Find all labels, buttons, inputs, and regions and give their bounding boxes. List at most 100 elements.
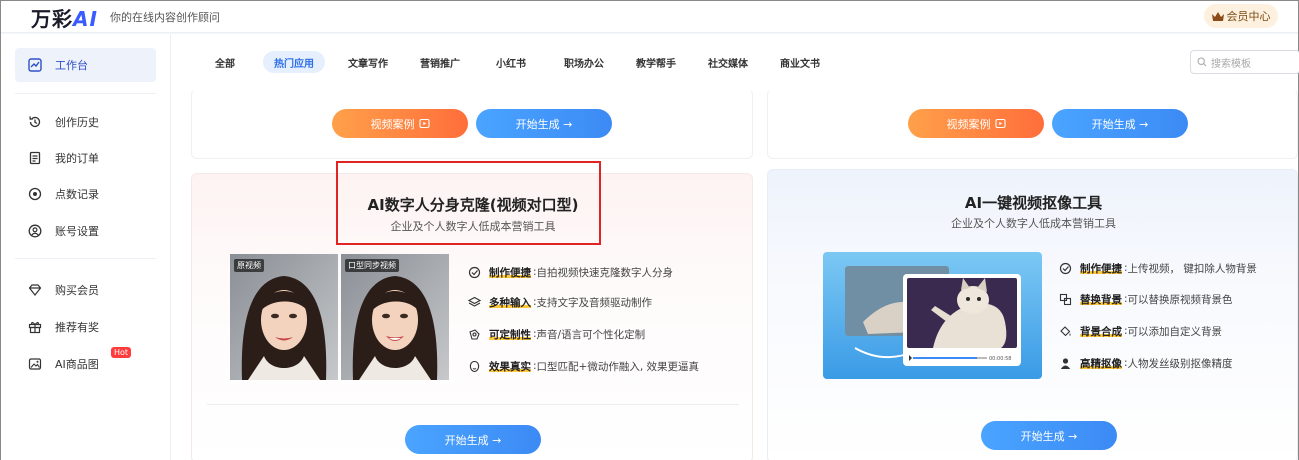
feature-item: 多种输入: 支持文字及音频驱动制作 xyxy=(467,292,652,312)
video-icon xyxy=(418,118,430,129)
points-icon xyxy=(27,186,43,202)
person-icon xyxy=(1058,356,1072,370)
order-icon xyxy=(27,150,43,166)
card-top-left: 视频案例 开始生成 → xyxy=(191,89,753,159)
feature-name: 制作便捷 xyxy=(1080,262,1122,275)
app-logo[interactable]: 万彩AI xyxy=(31,3,98,32)
sidebar-item-label: 推荐有奖 xyxy=(55,321,99,334)
feature-name: 可定制性 xyxy=(489,328,531,341)
sidebar-item-points[interactable]: 点数记录 xyxy=(15,177,156,211)
magic-icon xyxy=(467,265,481,279)
feature-name: 多种输入 xyxy=(489,296,531,309)
card-title: AI一键视频抠像工具 xyxy=(964,194,1103,212)
sidebar-item-label: 工作台 xyxy=(55,59,88,72)
sidebar-item-ai-product-image[interactable]: AI商品图 Hot xyxy=(15,347,156,381)
hot-badge: Hot xyxy=(111,347,132,358)
sidebar-item-history[interactable]: 创作历史 xyxy=(15,105,156,139)
tab-xiaohongshu[interactable]: 小红书 xyxy=(489,51,533,73)
video-case-button[interactable]: 视频案例 xyxy=(332,109,468,138)
tab-article-writing[interactable]: 文章写作 xyxy=(341,51,395,73)
feature-desc: 上传视频， 键扣除人物背景 xyxy=(1127,262,1257,275)
sidebar-item-label: 创作历史 xyxy=(55,116,99,129)
sidebar-item-orders[interactable]: 我的订单 xyxy=(15,141,156,175)
diamond-icon xyxy=(27,282,43,298)
image-icon xyxy=(27,356,43,372)
start-generate-button[interactable]: 开始生成 → xyxy=(1052,109,1188,138)
member-center-label: 会员中心 xyxy=(1226,10,1271,23)
logo-ai-mark: AI xyxy=(73,7,98,31)
search-icon xyxy=(1197,57,1207,67)
feature-desc: 可以添加自定义背景 xyxy=(1127,325,1223,338)
sidebar-divider xyxy=(15,258,156,259)
tab-all[interactable]: 全部 xyxy=(205,51,245,73)
tab-business-docs[interactable]: 商业文书 xyxy=(773,51,827,73)
feature-item: 替换背景: 可以替换原视频背景色 xyxy=(1058,289,1233,309)
sidebar-item-label: AI商品图 xyxy=(55,358,99,371)
replace-icon xyxy=(1058,292,1072,306)
image-label: 口型同步视频 xyxy=(345,259,399,272)
sidebar-item-label: 购买会员 xyxy=(55,284,99,297)
tab-hot-apps[interactable]: 热门应用 xyxy=(263,51,325,73)
start-generate-button[interactable]: 开始生成 → xyxy=(476,109,612,138)
crown-icon xyxy=(1211,11,1224,21)
video-case-button[interactable]: 视频案例 xyxy=(908,109,1044,138)
sidebar-item-label: 点数记录 xyxy=(55,188,99,201)
matting-illustration: 00:00:58 xyxy=(823,252,1042,379)
feature-name: 制作便捷 xyxy=(489,266,531,279)
sidebar: 工作台 创作历史 我的订单 点数记录 账号设置 购买会员 推荐有奖 AI商品图 … xyxy=(1,34,171,460)
search-input[interactable]: 搜索模板 xyxy=(1190,50,1299,74)
woman-portrait-image xyxy=(341,254,449,380)
feature-desc: 支持文字及音频驱动制作 xyxy=(536,296,653,309)
sidebar-item-buy-membership[interactable]: 购买会员 xyxy=(15,273,156,307)
search-placeholder: 搜索模板 xyxy=(1211,58,1251,70)
feature-item: 制作便捷: 自拍视频快速克隆数字人分身 xyxy=(467,262,673,282)
sidebar-item-account[interactable]: 账号设置 xyxy=(15,214,156,248)
feature-name: 背景合成 xyxy=(1080,325,1122,338)
image-label: 原视频 xyxy=(234,259,264,272)
feature-item: 制作便捷: 上传视频， 键扣除人物背景 xyxy=(1058,258,1257,278)
video-icon xyxy=(994,118,1006,129)
feature-desc: 人物发丝级别抠像精度 xyxy=(1127,357,1233,370)
video-case-label: 视频案例 xyxy=(370,117,415,131)
account-icon xyxy=(27,223,43,239)
custom-icon xyxy=(467,327,481,341)
start-generate-button[interactable]: 开始生成 → xyxy=(405,425,541,454)
tab-marketing[interactable]: 营销推广 xyxy=(413,51,467,73)
card-divider xyxy=(207,404,739,405)
woman-portrait-image xyxy=(230,254,338,380)
feature-desc: 声音/语言可个性化定制 xyxy=(536,328,646,341)
feature-name: 效果真实 xyxy=(489,360,531,373)
feature-desc: 可以替换原视频背景色 xyxy=(1127,293,1233,306)
lipsync-video-thumbnail: 口型同步视频 xyxy=(341,254,449,380)
dashboard-icon xyxy=(27,57,43,73)
feature-item: 效果真实: 口型匹配+微动作融入, 效果更逼真 xyxy=(467,356,699,376)
start-generate-button[interactable]: 开始生成 → xyxy=(981,421,1117,450)
feature-item: 高精抠像: 人物发丝级别抠像精度 xyxy=(1058,353,1233,373)
sidebar-item-workbench[interactable]: 工作台 xyxy=(15,48,156,82)
fill-icon xyxy=(1058,324,1072,338)
feature-item: 可定制性: 声音/语言可个性化定制 xyxy=(467,324,645,344)
member-center-button[interactable]: 会员中心 xyxy=(1204,4,1278,28)
layers-icon xyxy=(467,295,481,309)
feature-item: 背景合成: 可以添加自定义背景 xyxy=(1058,321,1222,341)
logo-text: 万彩 xyxy=(31,7,73,31)
realistic-icon xyxy=(467,359,481,373)
tagline: 你的在线内容创作顾问 xyxy=(110,11,220,24)
magic-icon xyxy=(1058,261,1072,275)
tab-workplace[interactable]: 职场办公 xyxy=(557,51,611,73)
feature-desc: 口型匹配+微动作融入, 效果更逼真 xyxy=(536,360,700,373)
feature-name: 替换背景 xyxy=(1080,293,1122,306)
card-top-right: 视频案例 开始生成 → xyxy=(767,89,1298,159)
tab-social-media[interactable]: 社交媒体 xyxy=(701,51,755,73)
gift-icon xyxy=(27,319,43,335)
top-header: 万彩AI 你的在线内容创作顾问 会员中心 xyxy=(1,1,1298,33)
sidebar-item-referral[interactable]: 推荐有奖 xyxy=(15,310,156,344)
card-subtitle: 企业及个人数字人低成本营销工具 xyxy=(951,217,1116,230)
sidebar-item-label: 我的订单 xyxy=(55,152,99,165)
sidebar-divider xyxy=(15,93,156,94)
video-case-label: 视频案例 xyxy=(946,117,991,131)
tab-teaching[interactable]: 教学帮手 xyxy=(629,51,683,73)
video-timestamp: 00:00:58 xyxy=(989,356,1011,362)
card-video-matting[interactable]: AI一键视频抠像工具 企业及个人数字人低成本营销工具 00:00:58 制作便捷… xyxy=(767,169,1298,460)
feature-desc: 自拍视频快速克隆数字人分身 xyxy=(536,266,674,279)
